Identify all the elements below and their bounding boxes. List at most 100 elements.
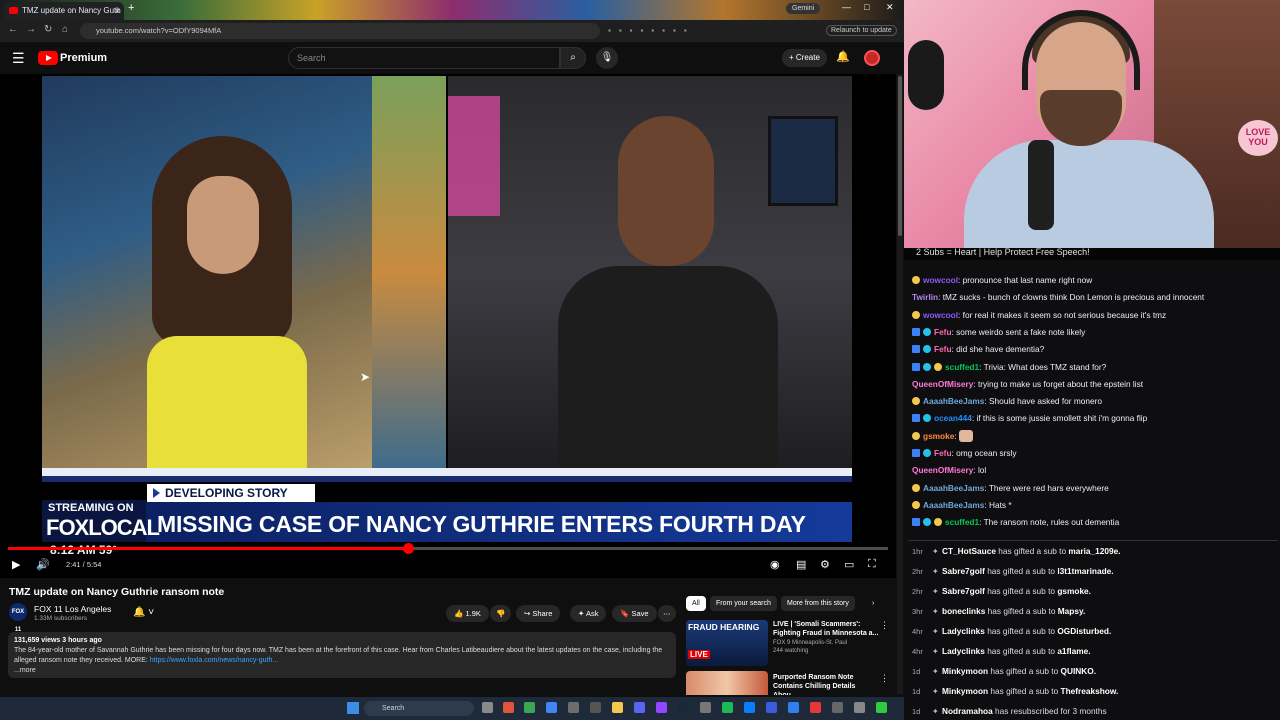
new-tab-button[interactable]: + [128,2,134,14]
share-button[interactable]: ↪ Share [516,605,561,622]
account-avatar[interactable] [864,50,880,66]
chat-username[interactable]: QueenOfMisery [912,465,973,475]
microphone-icon[interactable]: 🎙 [596,47,618,69]
extension-icons[interactable]: ▪▪▪▪▪▪▪▪ [608,26,695,35]
subscription-bell-icon[interactable]: 🔔 ˅ [133,607,154,618]
chat-username[interactable]: Fefu [934,344,952,354]
home-icon[interactable]: ⌂ [62,24,68,35]
taskbar-app-icon[interactable] [766,702,777,713]
recommendation-menu-icon[interactable]: ⋮ [880,620,889,631]
description-more[interactable]: ...more [14,666,670,676]
taskbar-app-icon[interactable] [854,702,865,713]
ask-button[interactable]: ✦ Ask [570,605,607,622]
spotify-icon[interactable] [722,702,733,713]
captions-icon[interactable]: ▤ [796,558,806,571]
browser-tab[interactable]: TMZ update on Nancy Guth × [4,2,124,20]
channel-avatar[interactable]: FOX 11 [9,603,27,633]
taskbar-search[interactable]: Search [364,701,474,716]
event-target[interactable]: gsmoke. [1057,586,1091,596]
tab-close-icon[interactable]: × [115,2,120,20]
back-arrow-icon[interactable]: ← [8,24,18,35]
event-target[interactable]: l3t1tmarinade. [1057,566,1113,576]
taskbar-app-icon[interactable] [568,702,579,713]
url-field[interactable]: youtube.com/watch?v=ODfY9094MfA [80,23,600,39]
page-scrollbar[interactable] [897,74,903,694]
minimize-button[interactable]: — [842,2,851,12]
dislike-icon[interactable]: 👎 [490,605,512,622]
event-user[interactable]: Minkymoon [942,666,988,676]
settings-gear-icon[interactable]: ⚙ [820,558,830,571]
chat-username[interactable]: Fefu [934,327,952,337]
recommendation-item[interactable]: FRAUD HEARING LIVE LIVE | 'Somali Scamme… [686,620,892,666]
event-target[interactable]: a1flame. [1057,646,1090,656]
chip-from-your-search[interactable]: From your search [710,596,777,611]
create-button[interactable]: + Create [782,49,827,67]
taskbar-app-icon[interactable] [546,702,557,713]
recommendation-menu-icon[interactable]: ⋮ [880,673,889,684]
event-user[interactable]: Ladyclinks [942,646,985,656]
forward-arrow-icon[interactable]: → [26,24,36,35]
youtube-logo-text[interactable]: Premium [60,52,107,64]
chrome-icon[interactable] [524,702,535,713]
close-window-button[interactable]: ✕ [886,2,894,13]
recommendation-title[interactable]: LIVE | 'Somali Scammers': Fighting Fraud… [773,620,879,638]
chat-username[interactable]: AaaahBeeJams [923,500,984,510]
chat-username[interactable]: wowcool [923,275,958,285]
fullscreen-icon[interactable]: ⛶ [868,558,876,571]
task-view-icon[interactable] [482,702,493,713]
discord-icon[interactable] [634,702,645,713]
autoplay-toggle-icon[interactable]: ◉ [770,558,780,571]
like-button[interactable]: 👍 1.9K [446,605,489,622]
event-user[interactable]: CT_HotSauce [942,546,996,556]
event-target[interactable]: maria_1209e. [1068,546,1120,556]
progress-scrubber[interactable] [403,543,415,554]
description-box[interactable]: 131,659 views 3 hours ago The 84-year-ol… [8,632,676,678]
event-target[interactable]: Mapsy. [1058,606,1086,616]
event-target[interactable]: OGDisturbed. [1057,626,1111,636]
chips-next-arrow-icon[interactable]: › [866,596,880,611]
scrollbar-thumb[interactable] [898,76,902,236]
event-user[interactable]: boneclinks [942,606,985,616]
chat-username[interactable]: Fefu [934,448,952,458]
chat-username[interactable]: ocean444 [934,413,972,423]
progress-bar[interactable] [8,543,888,554]
taskbar-app-icon[interactable] [788,702,799,713]
chat-username[interactable]: Twirlin [912,292,938,302]
relaunch-button[interactable]: Relaunch to update [826,25,897,36]
chip-more-from-story[interactable]: More from this story [781,596,855,611]
save-button[interactable]: 🔖 Save [612,605,657,622]
recommendation-item[interactable]: Purported Ransom Note Contains Chilling … [686,671,892,695]
chat-username[interactable]: wowcool [923,310,958,320]
chip-all[interactable]: All [686,596,706,611]
taskbar-app-icon[interactable] [876,702,887,713]
hamburger-menu-icon[interactable]: ☰ [12,50,25,67]
recommendation-thumbnail[interactable] [686,671,768,695]
event-user[interactable]: Minkymoon [942,686,988,696]
volume-icon[interactable]: 🔊 [36,558,50,571]
reload-icon[interactable]: ↻ [44,24,52,35]
play-icon[interactable]: ▶ [12,558,20,571]
search-icon[interactable]: ⌕ [560,47,586,69]
recommendation-title[interactable]: Purported Ransom Note Contains Chilling … [773,673,879,695]
steam-icon[interactable] [678,702,689,713]
event-user[interactable]: Sabre7golf [942,586,985,596]
miniplayer-icon[interactable]: ▭ [844,558,854,571]
description-link[interactable]: https://www.foxla.com/news/nancy-guth... [150,657,278,664]
search-input[interactable]: Search [288,47,560,69]
taskbar-app-icon[interactable] [590,702,601,713]
taskbar-app-icon[interactable] [700,702,711,713]
taskbar-app-icon[interactable] [503,702,514,713]
more-actions-button[interactable]: ⋯ [658,605,676,622]
file-explorer-icon[interactable] [612,702,623,713]
chat-username[interactable]: AaaahBeeJams [923,396,984,406]
channel-name[interactable]: FOX 11 Los Angeles [34,604,111,614]
recommendation-thumbnail[interactable]: FRAUD HEARING LIVE [686,620,768,666]
gemini-button[interactable]: Gemini [786,3,821,14]
taskbar-app-icon[interactable] [832,702,843,713]
chat-username[interactable]: gsmoke [923,431,954,441]
event-target[interactable]: Thefreakshow. [1061,686,1119,696]
maximize-button[interactable]: □ [864,2,869,12]
event-target[interactable]: QUINKO. [1061,666,1097,676]
chat-username[interactable]: scuffed1 [945,362,979,372]
taskbar-app-icon[interactable] [744,702,755,713]
